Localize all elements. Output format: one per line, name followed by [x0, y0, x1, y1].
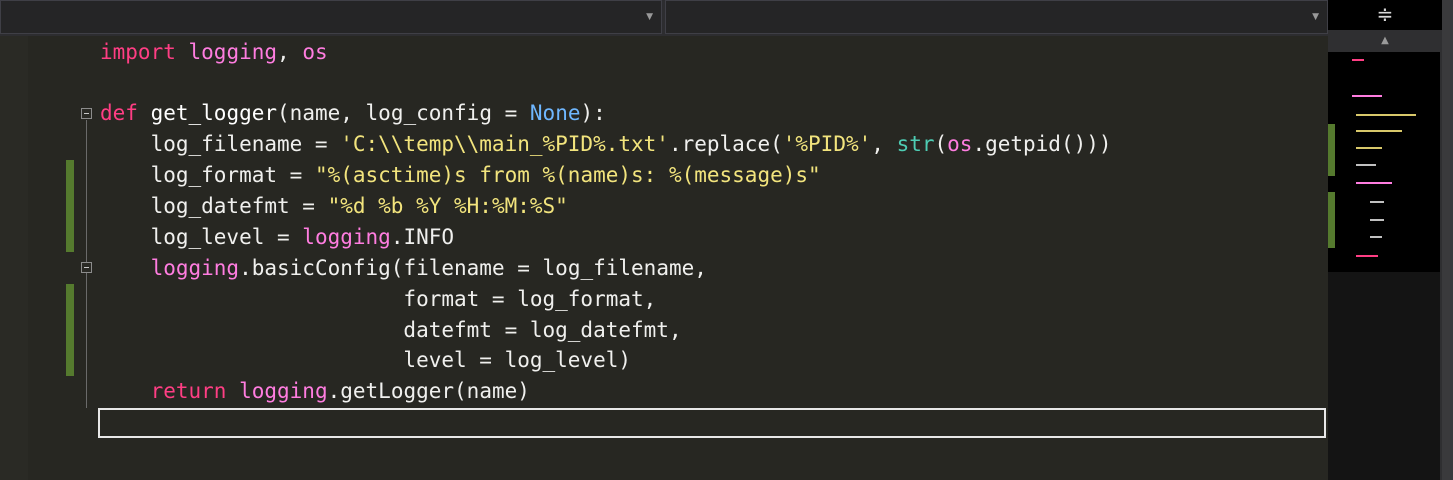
split-window-icon[interactable]: ≑: [1328, 0, 1442, 30]
code-line-6[interactable]: log_datefmt = "%d %b %Y %H:%M:%S": [100, 191, 568, 221]
code-line-10[interactable]: datefmt = log_datefmt,: [100, 315, 681, 345]
token-builtin-str: str: [896, 132, 935, 156]
code-line-3[interactable]: def get_logger(name, log_config = None):: [100, 98, 606, 128]
code-line-7[interactable]: log_level = logging.INFO: [100, 222, 454, 252]
token-string: '%PID%': [782, 132, 872, 156]
token-keyword-import: import: [100, 40, 176, 64]
change-marker: [66, 160, 74, 252]
code-minimap[interactable]: [1328, 52, 1440, 272]
minimap-empty-area: [1328, 272, 1440, 480]
chevron-down-icon[interactable]: ▼: [1312, 12, 1319, 22]
token-module-os: os: [947, 132, 973, 156]
editor-left-margin: [0, 36, 28, 480]
chevron-down-icon[interactable]: ▼: [646, 12, 653, 22]
code-line-5[interactable]: log_format = "%(asctime)s from %(name)s:…: [100, 160, 821, 190]
token-keyword-return: return: [150, 379, 227, 403]
code-line-11[interactable]: level = log_level): [100, 345, 631, 375]
code-line-4[interactable]: log_filename = 'C:\\temp\\main_%PID%.txt…: [100, 129, 1112, 159]
member-dropdown[interactable]: ▼: [665, 0, 1328, 34]
code-line-12[interactable]: return logging.getLogger(name): [100, 376, 530, 406]
scroll-up-arrow-icon[interactable]: ▲: [1328, 32, 1442, 50]
change-marker: [66, 284, 74, 376]
token-module-logging: logging: [239, 379, 328, 403]
token-module-os: os: [302, 40, 328, 64]
current-line-highlight[interactable]: [98, 408, 1326, 438]
token-function-name: get_logger: [150, 101, 278, 125]
type-dropdown[interactable]: ▼: [0, 0, 662, 34]
token-module-logging: logging: [150, 256, 240, 280]
code-line-9[interactable]: format = log_format,: [100, 284, 656, 314]
code-editor[interactable]: import logging, os def get_logger(name, …: [0, 36, 1328, 480]
code-line-8[interactable]: logging.basicConfig(filename = log_filen…: [100, 253, 707, 283]
collapse-minus-icon[interactable]: [81, 108, 92, 119]
navigation-bar: ▼ ▼: [0, 0, 1328, 36]
token-keyword-def: def: [100, 101, 138, 125]
token-none: None: [529, 101, 581, 125]
side-panel: ≑ ▲: [1328, 0, 1453, 480]
token-string: "%(asctime)s from %(name)s: %(message)s": [314, 163, 821, 187]
vertical-scrollbar[interactable]: [1442, 0, 1453, 480]
minimap-change-marker: [1328, 124, 1335, 176]
token-module-logging: logging: [188, 40, 278, 64]
token-string: 'C:\\temp\\main_%PID%.txt': [340, 132, 669, 156]
code-line-1[interactable]: import logging, os: [100, 37, 328, 67]
collapse-minus-icon[interactable]: [81, 262, 92, 273]
token-module-logging: logging: [302, 225, 391, 249]
minimap-change-marker: [1328, 192, 1335, 248]
token-string: "%d %b %Y %H:%M:%S": [327, 194, 568, 218]
